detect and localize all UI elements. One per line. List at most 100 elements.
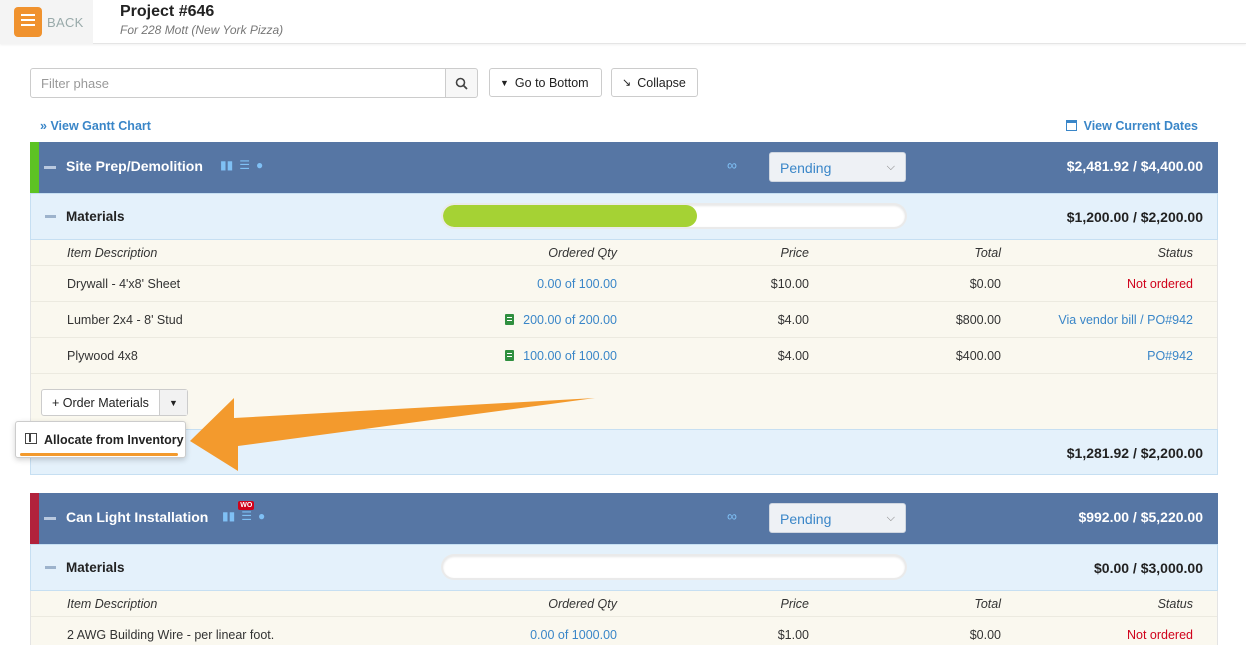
table-header-row: Item Description Ordered Qty Price Total…	[31, 591, 1217, 617]
phase-status-select[interactable]: Pending ⌵	[769, 152, 906, 182]
ordered-qty-value: 100.00 of 100.00	[523, 349, 617, 363]
col-ordered-qty: Ordered Qty	[548, 246, 617, 260]
work-order-badge: WO	[238, 501, 255, 510]
item-description: Drywall - 4'x8' Sheet	[67, 277, 181, 291]
calendar-icon	[1066, 120, 1078, 131]
materials-progress-bar	[443, 556, 905, 578]
go-to-bottom-button[interactable]: ▼ Go to Bottom	[489, 68, 602, 97]
order-materials-split-button: + Order Materials ▼	[41, 389, 188, 416]
caret-down-icon[interactable]: ▼	[159, 390, 187, 415]
item-description: Plywood 4x8	[67, 349, 138, 363]
item-status: Not ordered	[1126, 628, 1193, 642]
phase-name: Site Prep/Demolition	[66, 158, 203, 174]
item-description: Lumber 2x4 - 8' Stud	[67, 313, 183, 327]
materials-total: $1,200.00 / $2,200.00	[1066, 209, 1203, 225]
project-subtitle: For 228 Mott (New York Pizza)	[120, 23, 284, 37]
chevron-down-icon: ⌵	[886, 512, 895, 524]
col-status: Status	[1157, 597, 1193, 611]
item-price: $1.00	[777, 628, 809, 642]
highlight-underline	[20, 453, 178, 456]
allocate-label: Allocate from Inventory	[44, 433, 184, 447]
chevron-down-icon: ⌵	[886, 161, 895, 173]
clipboard-icon	[505, 350, 515, 361]
comment-icon[interactable]: ●	[258, 509, 265, 523]
go-to-bottom-label: Go to Bottom	[514, 75, 589, 90]
double-chevron-icon: »	[40, 119, 47, 133]
col-ordered-qty: Ordered Qty	[548, 597, 617, 611]
gantt-link-label: View Gantt Chart	[50, 119, 151, 133]
ordered-qty-link[interactable]: 100.00 of 100.00	[505, 349, 617, 363]
item-total: $0.00	[969, 628, 1001, 642]
ordered-qty-link[interactable]: 0.00 of 1000.00	[530, 628, 617, 642]
compress-icon: ↘	[622, 77, 632, 89]
phase-header-can-light[interactable]: Can Light Installation ▮▮ ☰ WO ● ∞ Pendin…	[30, 493, 1218, 544]
materials-total: $0.00 / $3,000.00	[1094, 560, 1203, 576]
top-bar: BACK Project #646 For 228 Mott (New York…	[0, 0, 1246, 44]
item-price: $10.00	[770, 277, 809, 291]
col-item-description: Item Description	[67, 597, 158, 611]
phase-header-site-prep[interactable]: Site Prep/Demolition ▮▮ ☰ ● ∞ Pending ⌵ …	[30, 142, 1218, 193]
materials-label: Materials	[66, 209, 125, 224]
filter-phase-input[interactable]	[30, 68, 446, 98]
caret-down-icon: ▼	[500, 77, 509, 88]
ordered-qty-link[interactable]: 0.00 of 100.00	[537, 277, 617, 291]
ordered-qty-value: 200.00 of 200.00	[523, 313, 617, 327]
view-gantt-chart-link[interactable]: » View Gantt Chart	[40, 119, 151, 133]
phase-status-value: Pending	[780, 511, 832, 527]
table-row: Drywall - 4'x8' Sheet 0.00 of 100.00 $10…	[31, 266, 1217, 302]
dates-link-label: View Current Dates	[1083, 119, 1198, 133]
item-total: $800.00	[955, 313, 1001, 327]
clipboard-icon	[505, 314, 515, 325]
phase-status-select[interactable]: Pending ⌵	[769, 503, 906, 533]
order-materials-button[interactable]: + Order Materials	[42, 390, 160, 415]
phase-color-strip	[30, 142, 39, 193]
collapse-materials-icon[interactable]	[45, 566, 56, 569]
collapse-label: Collapse	[637, 75, 686, 90]
col-item-description: Item Description	[67, 246, 158, 260]
table-row: Lumber 2x4 - 8' Stud 200.00 of 200.00 $4…	[31, 302, 1217, 338]
progress-fill	[443, 205, 698, 227]
phase-total: $2,481.92 / $4,400.00	[1066, 158, 1203, 174]
materials-header[interactable]: Materials $1,200.00 / $2,200.00	[30, 193, 1218, 240]
allocate-from-inventory-menu-item[interactable]: Allocate from Inventory	[15, 421, 186, 458]
inventory-icon	[25, 433, 37, 444]
item-total: $0.00	[969, 277, 1001, 291]
col-total: Total	[974, 597, 1001, 611]
materials-remaining-row: $1,281.92 / $2,200.00	[30, 429, 1218, 475]
book-icon[interactable]: ▮▮	[220, 158, 233, 172]
comment-icon[interactable]: ●	[256, 158, 263, 172]
materials-table: Item Description Ordered Qty Price Total…	[30, 240, 1218, 429]
view-current-dates-link[interactable]: View Current Dates	[1066, 119, 1198, 133]
materials-progress-bar	[443, 205, 905, 227]
item-status-link[interactable]: PO#942	[1147, 349, 1193, 363]
table-header-row: Item Description Ordered Qty Price Total…	[31, 240, 1217, 266]
back-button[interactable]: BACK	[0, 0, 93, 44]
table-row: 2 AWG Building Wire - per linear foot. 0…	[31, 617, 1217, 645]
ordered-qty-link[interactable]: 200.00 of 200.00	[505, 313, 617, 327]
list-icon[interactable]: ☰ WO	[238, 501, 255, 523]
link-icon[interactable]: ∞	[727, 157, 737, 173]
list-icon[interactable]: ☰	[239, 158, 250, 172]
collapse-phase-icon[interactable]	[44, 517, 56, 520]
collapse-button[interactable]: ↘ Collapse	[611, 68, 698, 97]
item-status-link[interactable]: Via vendor bill / PO#942	[1058, 313, 1193, 327]
col-total: Total	[974, 246, 1001, 260]
search-icon	[455, 77, 468, 90]
col-price: Price	[780, 246, 809, 260]
item-status: Not ordered	[1126, 277, 1193, 291]
link-icon[interactable]: ∞	[727, 508, 737, 524]
app-logo-icon	[14, 7, 42, 37]
item-description: 2 AWG Building Wire - per linear foot.	[67, 628, 275, 642]
phase-color-strip	[30, 493, 39, 544]
collapse-materials-icon[interactable]	[45, 215, 56, 218]
book-icon[interactable]: ▮▮	[222, 509, 235, 523]
table-row: Plywood 4x8 100.00 of 100.00 $4.00 $400.…	[31, 338, 1217, 374]
materials-header[interactable]: Materials $0.00 / $3,000.00	[30, 544, 1218, 591]
item-price: $4.00	[777, 313, 809, 327]
remaining-total: $1,281.92 / $2,200.00	[1066, 445, 1203, 461]
back-label: BACK	[47, 14, 84, 30]
search-button[interactable]	[445, 68, 478, 98]
item-total: $400.00	[955, 349, 1001, 363]
materials-actions: + Order Materials ▼	[31, 374, 1217, 430]
collapse-phase-icon[interactable]	[44, 166, 56, 169]
